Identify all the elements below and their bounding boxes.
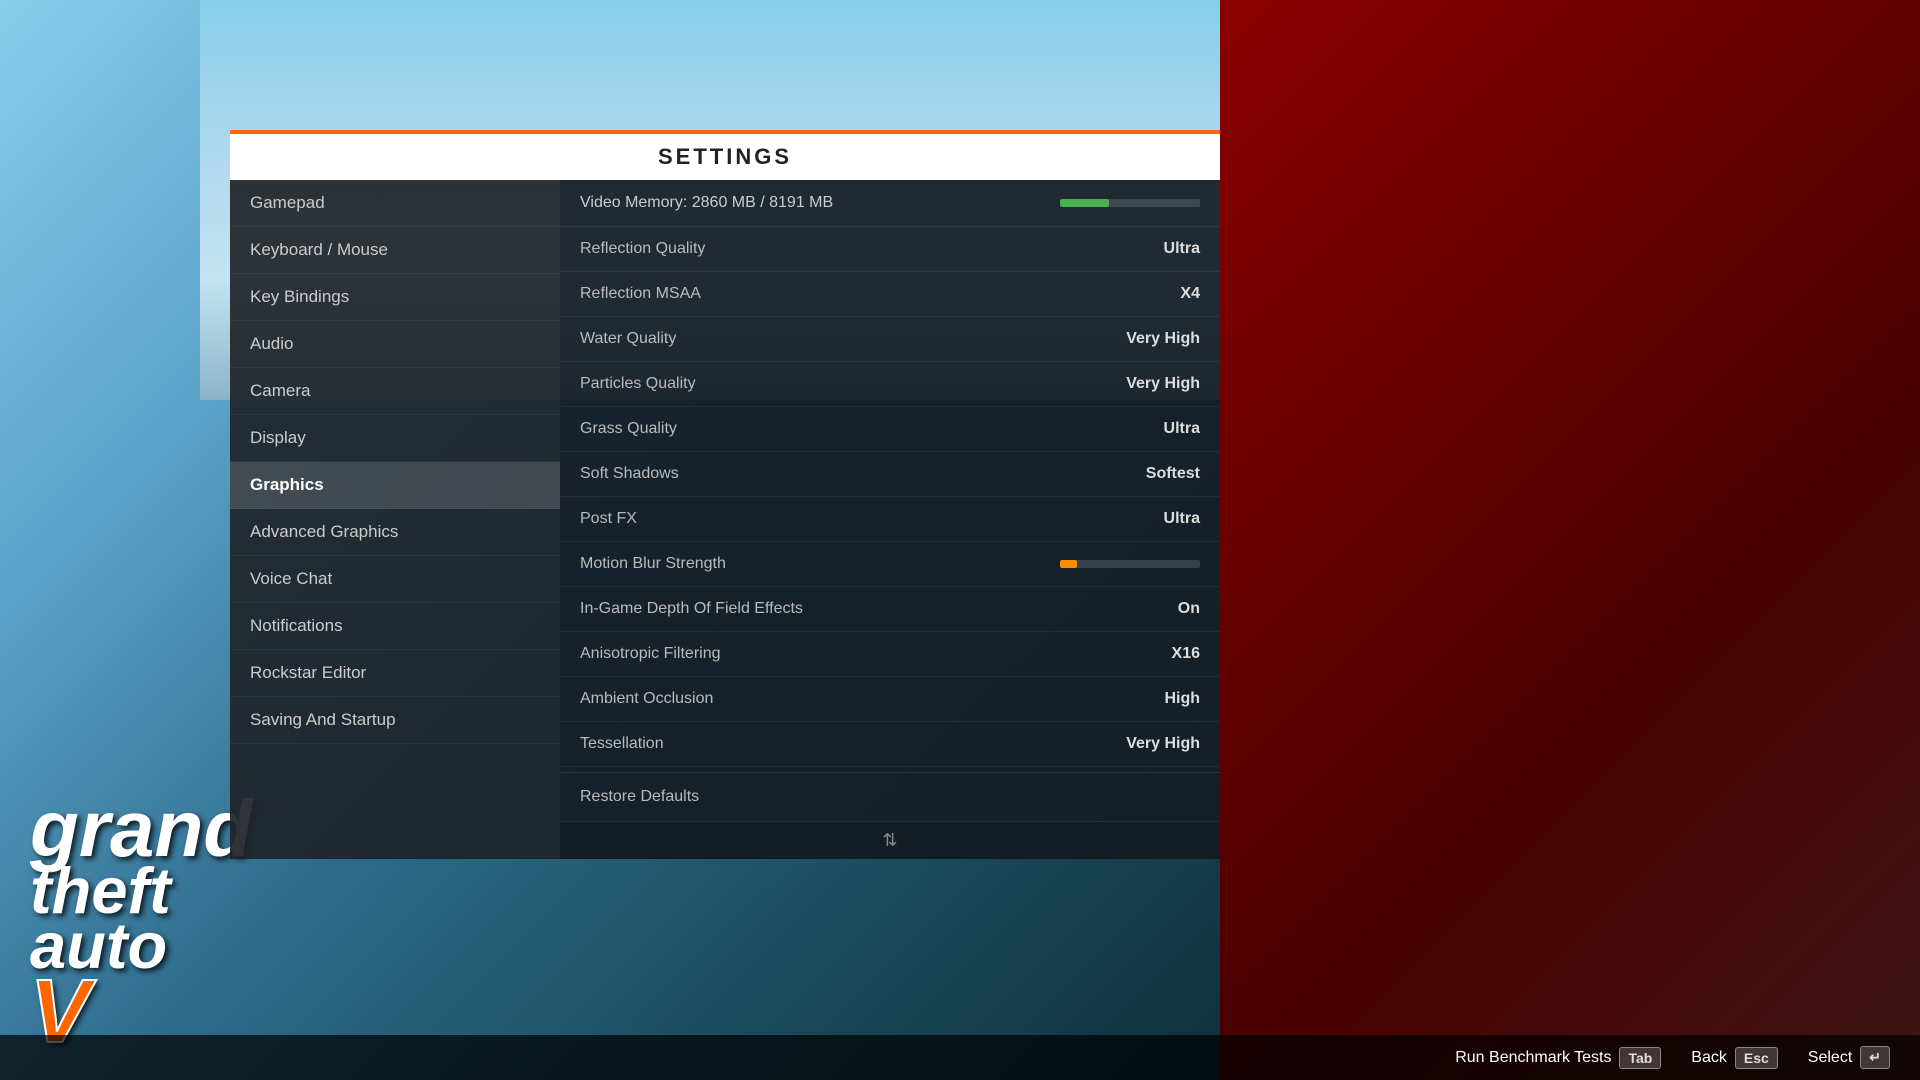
sidebar-item-voice-chat[interactable]: Voice Chat [230,556,560,603]
sidebar-item-graphics[interactable]: Graphics [230,462,560,509]
sidebar-item-notifications[interactable]: Notifications [230,603,560,650]
select-key: ↵ [1860,1046,1890,1069]
tessellation-value: Very High [1126,735,1200,753]
back-label: Back [1691,1049,1727,1067]
particles-quality-row[interactable]: Particles Quality Very High [560,362,1220,407]
soft-shadows-value: Softest [1146,465,1200,483]
anisotropic-row[interactable]: Anisotropic Filtering X16 [560,632,1220,677]
reflection-msaa-label: Reflection MSAA [580,285,701,303]
bottom-bar: Run Benchmark Tests Tab Back Esc Select … [0,1035,1920,1080]
anisotropic-label: Anisotropic Filtering [580,645,721,663]
video-memory-bar [1060,199,1200,207]
grass-quality-row[interactable]: Grass Quality Ultra [560,407,1220,452]
grass-quality-label: Grass Quality [580,420,677,438]
sidebar-item-audio[interactable]: Audio [230,321,560,368]
water-quality-value: Very High [1126,330,1200,348]
reflection-quality-label: Reflection Quality [580,240,705,258]
settings-header: SETTINGS [230,130,1220,180]
benchmark-action: Run Benchmark Tests Tab [1455,1047,1661,1069]
settings-body: Gamepad Keyboard / Mouse Key Bindings Au… [230,180,1220,859]
sidebar-item-camera[interactable]: Camera [230,368,560,415]
scroll-icon[interactable]: ⇅ [882,830,897,851]
ambient-occlusion-row[interactable]: Ambient Occlusion High [560,677,1220,722]
restore-defaults-button[interactable]: Restore Defaults [580,788,699,805]
back-key: Esc [1735,1047,1778,1069]
sidebar-item-rockstar-editor[interactable]: Rockstar Editor [230,650,560,697]
settings-panel: SETTINGS Gamepad Keyboard / Mouse Key Bi… [230,130,1220,859]
depth-field-value: On [1178,600,1200,618]
ambient-occlusion-label: Ambient Occlusion [580,690,713,708]
tessellation-row[interactable]: Tessellation Very High [560,722,1220,767]
anisotropic-value: X16 [1172,645,1200,663]
video-memory-label: Video Memory: 2860 MB / 8191 MB [580,194,833,212]
settings-content: Video Memory: 2860 MB / 8191 MB Reflecti… [560,180,1220,859]
particles-quality-label: Particles Quality [580,375,696,393]
grass-quality-value: Ultra [1164,420,1200,438]
right-container-bg [1220,0,1920,1080]
select-label: Select [1808,1049,1852,1067]
post-fx-row[interactable]: Post FX Ultra [560,497,1220,542]
motion-blur-bar [1060,560,1200,568]
motion-blur-row[interactable]: Motion Blur Strength [560,542,1220,587]
settings-nav: Gamepad Keyboard / Mouse Key Bindings Au… [230,180,560,859]
gta-grand-text: grand [30,795,252,863]
benchmark-label: Run Benchmark Tests [1455,1049,1611,1067]
select-action: Select ↵ [1808,1046,1890,1069]
ambient-occlusion-value: High [1164,690,1200,708]
benchmark-key: Tab [1619,1047,1661,1069]
video-memory-bar-fill [1060,199,1109,207]
soft-shadows-row[interactable]: Soft Shadows Softest [560,452,1220,497]
gta-logo: grand theft auto V [30,795,252,1050]
video-memory-row: Video Memory: 2860 MB / 8191 MB [560,180,1220,227]
scroll-controls: ⇅ [560,821,1220,859]
reflection-quality-value: Ultra [1164,240,1200,258]
depth-field-label: In-Game Depth Of Field Effects [580,600,803,618]
sidebar-item-saving-startup[interactable]: Saving And Startup [230,697,560,744]
water-quality-row[interactable]: Water Quality Very High [560,317,1220,362]
soft-shadows-label: Soft Shadows [580,465,679,483]
back-action: Back Esc [1691,1047,1778,1069]
sidebar-item-advanced-graphics[interactable]: Advanced Graphics [230,509,560,556]
settings-title: SETTINGS [658,144,792,169]
reflection-msaa-value: X4 [1180,285,1200,303]
depth-field-row[interactable]: In-Game Depth Of Field Effects On [560,587,1220,632]
particles-quality-value: Very High [1126,375,1200,393]
water-quality-label: Water Quality [580,330,676,348]
motion-blur-fill [1060,560,1077,568]
restore-defaults-row[interactable]: Restore Defaults [560,772,1220,821]
reflection-quality-row[interactable]: Reflection Quality Ultra [560,227,1220,272]
motion-blur-label: Motion Blur Strength [580,555,726,573]
post-fx-label: Post FX [580,510,637,528]
sidebar-item-key-bindings[interactable]: Key Bindings [230,274,560,321]
post-fx-value: Ultra [1164,510,1200,528]
tessellation-label: Tessellation [580,735,664,753]
reflection-msaa-row[interactable]: Reflection MSAA X4 [560,272,1220,317]
sidebar-item-keyboard-mouse[interactable]: Keyboard / Mouse [230,227,560,274]
sidebar-item-display[interactable]: Display [230,415,560,462]
sidebar-item-gamepad[interactable]: Gamepad [230,180,560,227]
